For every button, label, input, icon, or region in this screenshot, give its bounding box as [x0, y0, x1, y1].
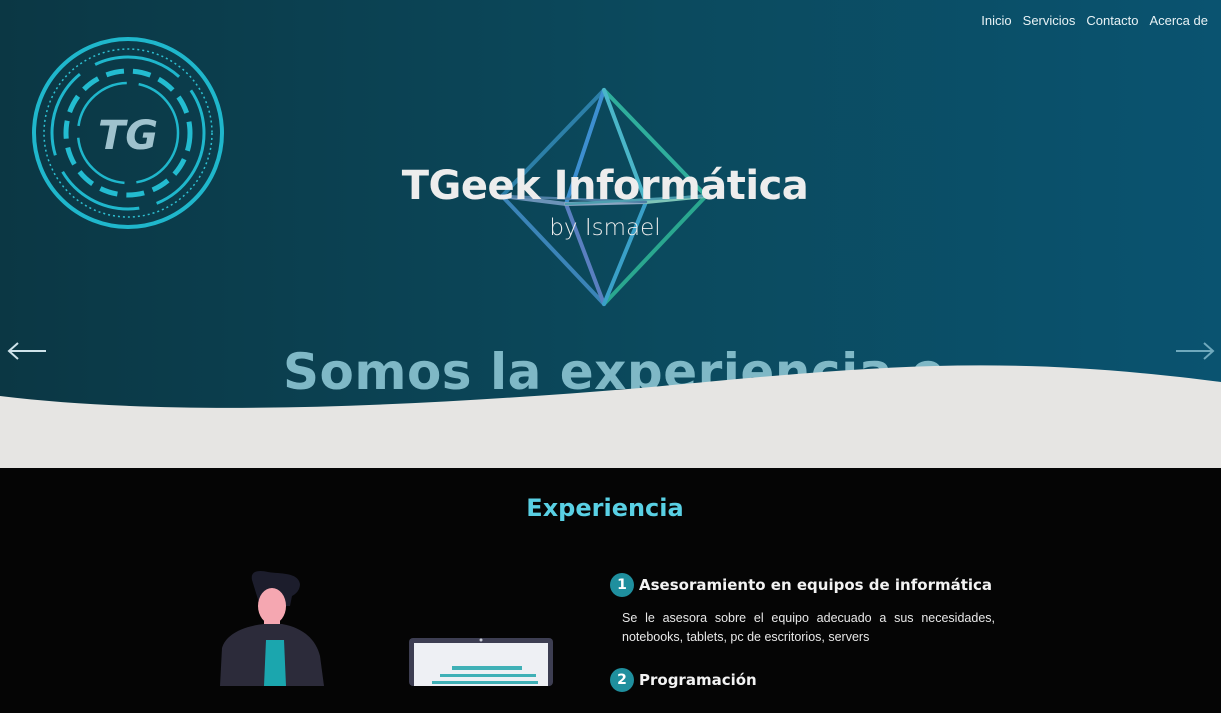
number-badge: 2 [610, 668, 634, 692]
list-item: 2 Programación [610, 668, 995, 692]
list-item: 1 Asesoramiento en equipos de informátic… [610, 573, 995, 647]
section-title-experiencia: Experiencia [526, 494, 684, 522]
main-nav: Inicio Servicios Contacto Acerca de [981, 13, 1208, 28]
hero-slider: Inicio Servicios Contacto Acerca de TG T… [0, 0, 1221, 468]
nav-link-inicio[interactable]: Inicio [981, 13, 1011, 28]
developer-illustration [220, 570, 553, 686]
nav-link-acerca-de[interactable]: Acerca de [1149, 13, 1208, 28]
hero-wave-divider [0, 365, 1221, 468]
item-description: Se le asesora sobre el equipo adecuado a… [622, 611, 995, 644]
list-item-header: 2 Programación [610, 668, 995, 692]
experience-list: 1 Asesoramiento en equipos de informátic… [610, 573, 995, 713]
nav-link-servicios[interactable]: Servicios [1023, 13, 1076, 28]
hero-title: TGeek Informática [401, 163, 809, 209]
number-badge: 1 [610, 573, 634, 597]
logo-text: TG [98, 113, 158, 159]
nav-link-contacto[interactable]: Contacto [1086, 13, 1138, 28]
item-title: Asesoramiento en equipos de informática [639, 576, 993, 594]
list-item-header: 1 Asesoramiento en equipos de informátic… [610, 573, 995, 597]
item-title: Programación [639, 671, 757, 689]
hero-subtitle: by Ismael [549, 215, 661, 241]
